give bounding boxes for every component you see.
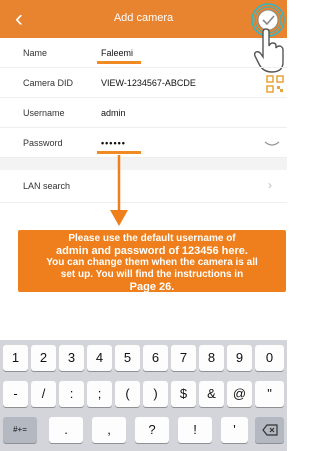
password-row[interactable]: Password ••••••: [0, 128, 287, 158]
key-question[interactable]: ?: [135, 417, 169, 443]
key-8[interactable]: 8: [199, 345, 224, 371]
key-2[interactable]: 2: [31, 345, 56, 371]
instruction-line-4: set up. You will find the instructions i…: [60, 269, 244, 280]
key-5[interactable]: 5: [115, 345, 140, 371]
qr-code-icon[interactable]: [266, 75, 284, 93]
password-highlight-underline: [97, 151, 141, 154]
section-divider: [0, 158, 287, 170]
key-4[interactable]: 4: [87, 345, 112, 371]
chevron-right-icon: ›: [268, 178, 272, 192]
page-title: Add camera: [113, 12, 174, 24]
key-apostrophe[interactable]: ': [221, 417, 248, 443]
key-7[interactable]: 7: [171, 345, 196, 371]
key-at[interactable]: @: [227, 381, 252, 407]
name-highlight-underline: [97, 61, 141, 64]
numeric-keyboard: 1 2 3 4 5 6 7 8 9 0 - / : ; ( ) $ & @ " …: [0, 340, 287, 451]
key-dollar[interactable]: $: [171, 381, 196, 407]
lan-search-label: LAN search: [23, 181, 71, 191]
instruction-line-2: admin and password of 123456 here.: [56, 245, 248, 257]
key-slash[interactable]: /: [31, 381, 56, 407]
eye-closed-icon[interactable]: [264, 139, 280, 149]
backspace-icon[interactable]: [255, 417, 284, 443]
key-3[interactable]: 3: [59, 345, 84, 371]
camera-did-label: Camera DID: [23, 78, 74, 88]
key-period[interactable]: .: [49, 417, 83, 443]
name-field[interactable]: Faleemi: [101, 48, 133, 58]
instruction-line-1: Please use the default username of: [68, 233, 236, 244]
key-6[interactable]: 6: [143, 345, 168, 371]
key-open-paren[interactable]: (: [115, 381, 140, 407]
name-label: Name: [23, 48, 48, 58]
key-0[interactable]: 0: [255, 345, 284, 371]
camera-did-row[interactable]: Camera DID VIEW-1234567-ABCDE: [0, 68, 287, 98]
lan-search-row[interactable]: LAN search ›: [0, 170, 287, 203]
password-label: Password: [23, 138, 63, 148]
camera-did-field[interactable]: VIEW-1234567-ABCDE: [101, 78, 196, 88]
key-quote[interactable]: ": [255, 381, 284, 407]
key-comma[interactable]: ,: [92, 417, 126, 443]
header-bar: ‹ Add camera: [0, 0, 287, 38]
key-semicolon[interactable]: ;: [87, 381, 112, 407]
key-symbols-toggle[interactable]: #+=: [3, 417, 37, 443]
username-row[interactable]: Username admin: [0, 98, 287, 128]
key-colon[interactable]: :: [59, 381, 84, 407]
username-field[interactable]: admin: [101, 108, 126, 118]
key-exclamation[interactable]: !: [178, 417, 212, 443]
name-row[interactable]: Name Faleemi: [0, 38, 287, 68]
instruction-line-5: Page 26.: [129, 281, 175, 293]
instruction-callout: Please use the default username of admin…: [18, 230, 286, 293]
key-ampersand[interactable]: &: [199, 381, 224, 407]
key-1[interactable]: 1: [3, 345, 28, 371]
key-9[interactable]: 9: [227, 345, 252, 371]
key-hyphen[interactable]: -: [3, 381, 28, 407]
instruction-line-3: You can change them when the camera is a…: [46, 257, 258, 268]
key-close-paren[interactable]: ): [143, 381, 168, 407]
password-field[interactable]: ••••••: [101, 138, 126, 148]
username-label: Username: [23, 108, 65, 118]
camera-form: Name Faleemi Camera DID VIEW-1234567-ABC…: [0, 38, 287, 158]
